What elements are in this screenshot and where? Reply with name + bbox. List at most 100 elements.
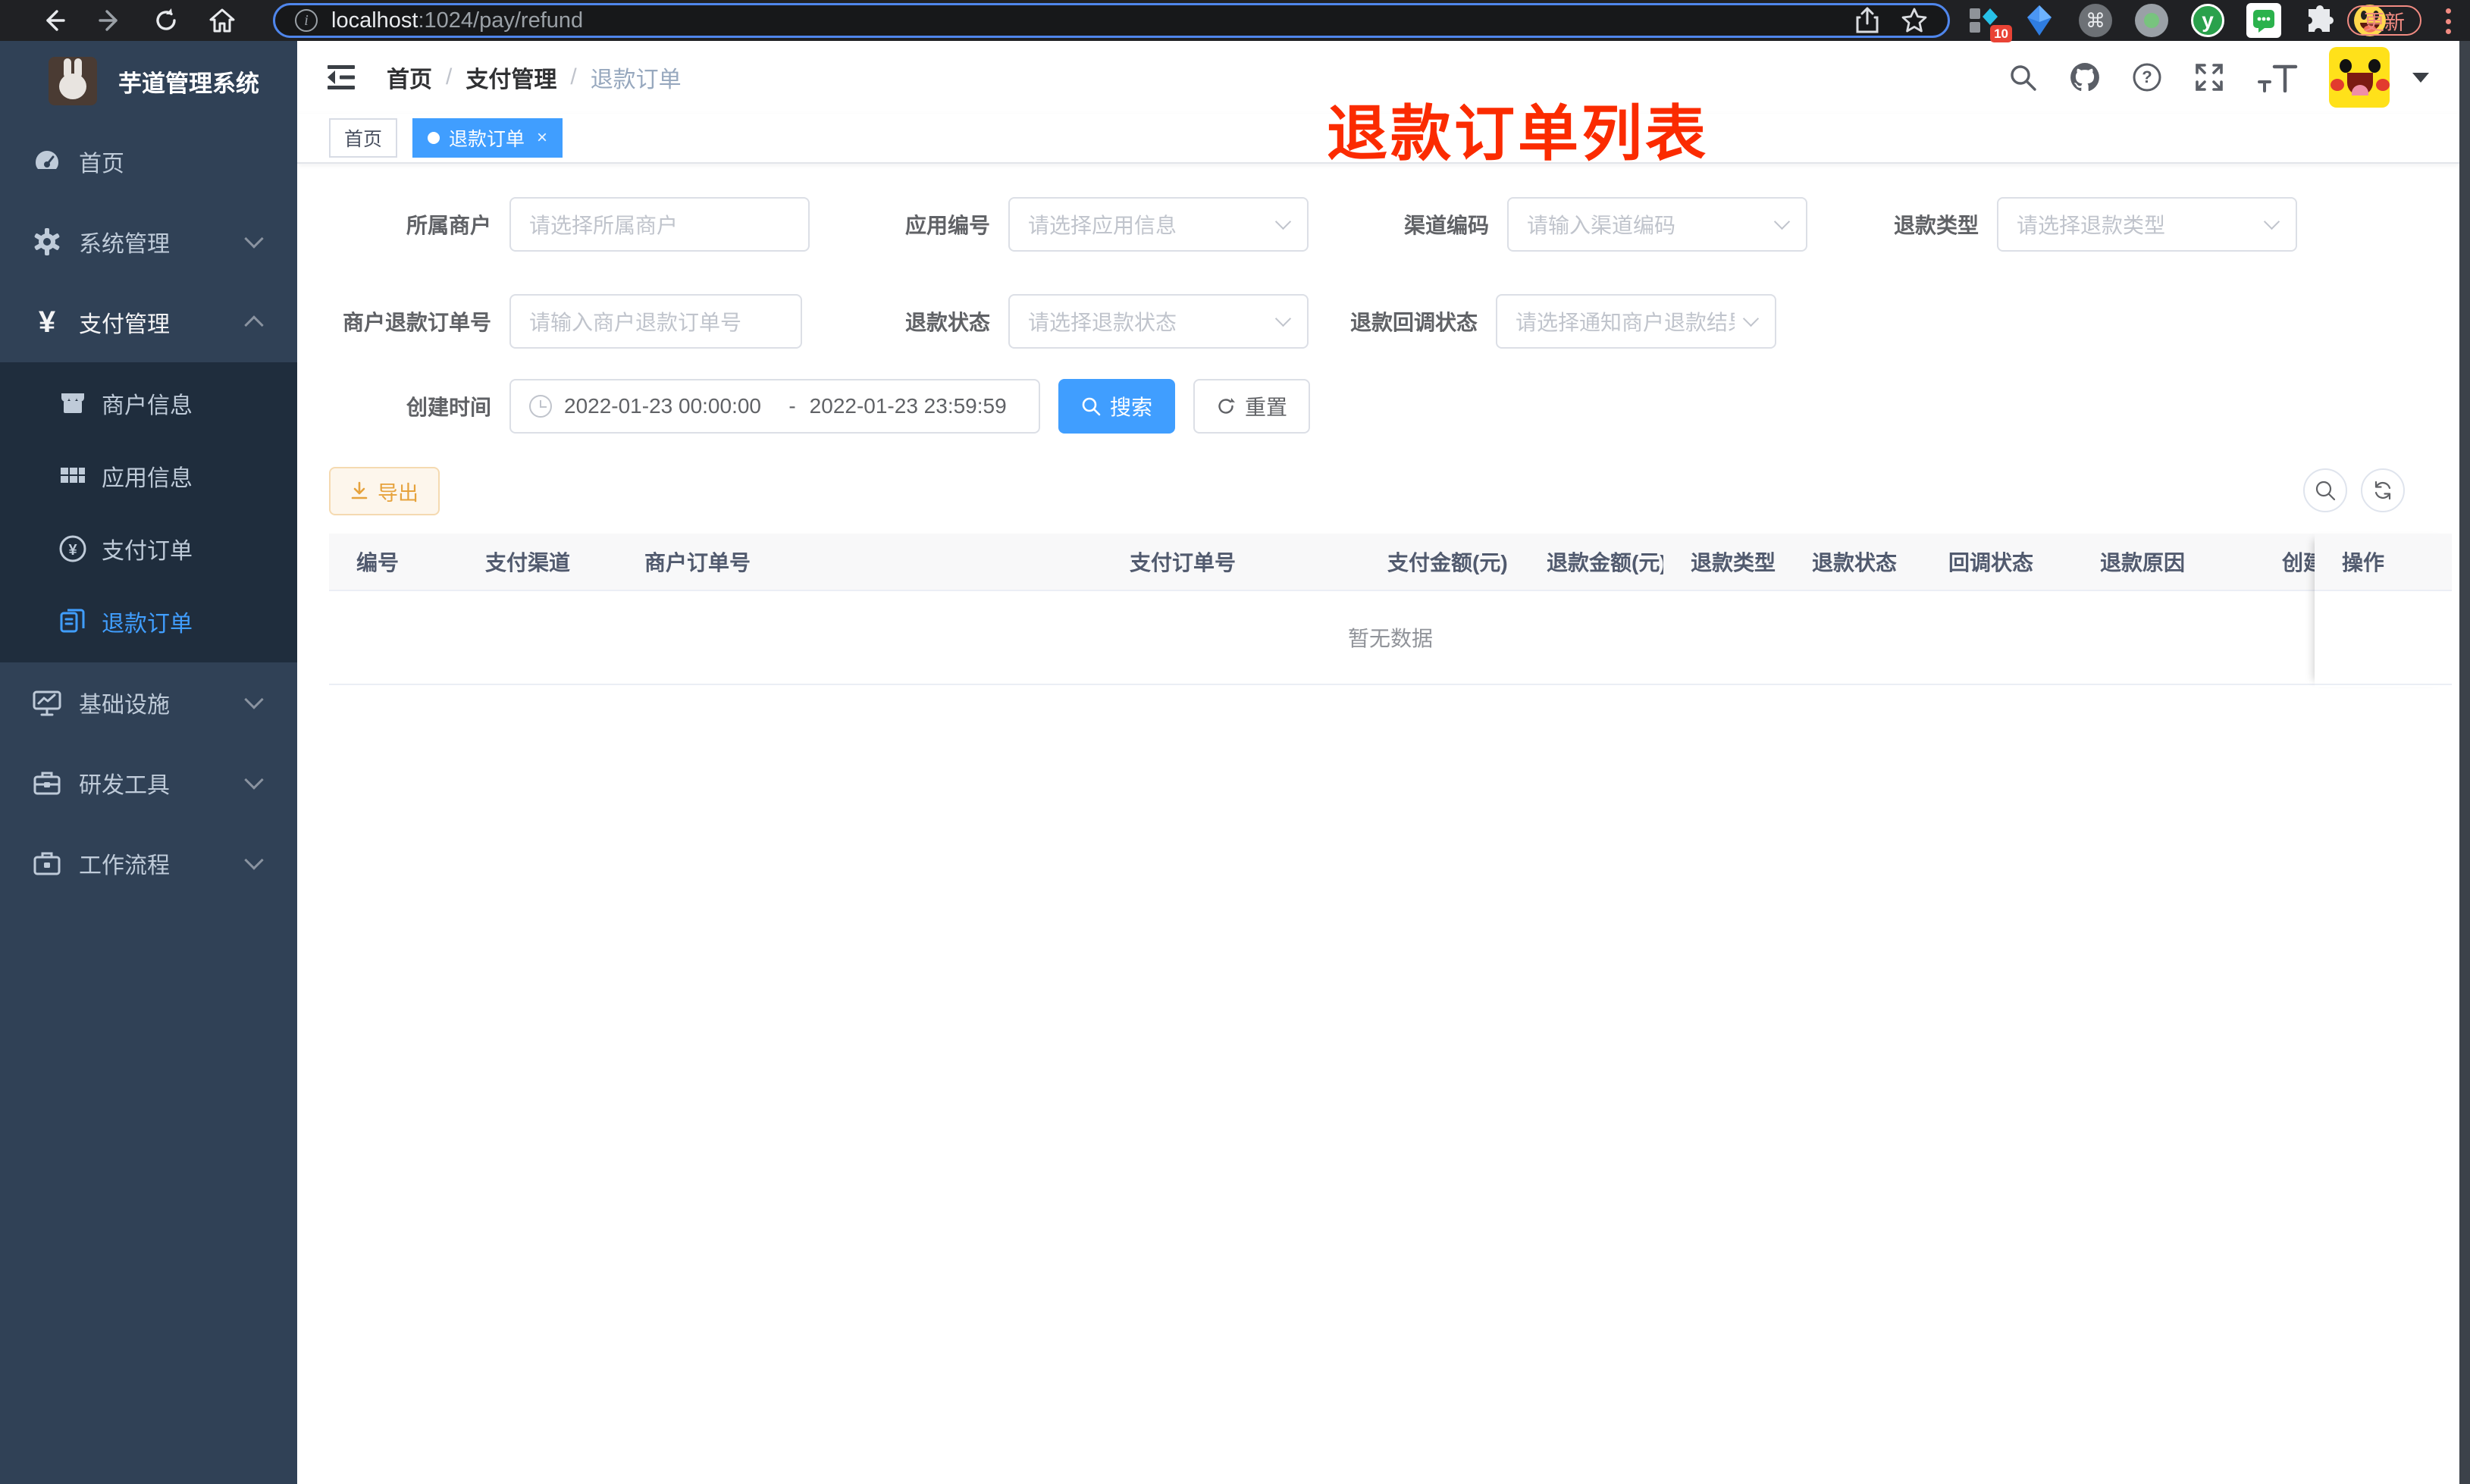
breadcrumb: 首页 / 支付管理 / 退款订单 bbox=[387, 41, 682, 114]
browser-update-button[interactable]: 更新 bbox=[2347, 5, 2421, 36]
y-glyph: y bbox=[2202, 8, 2214, 32]
sidebar-item-label: 应用信息 bbox=[102, 466, 193, 491]
browser-chrome: i localhost:1024/pay/refund 10 ⌘ y 更新 bbox=[0, 0, 2470, 42]
extension-icon-chat[interactable] bbox=[2243, 0, 2285, 41]
col-pay-amount: 支付金额(元) bbox=[1387, 551, 1508, 575]
sidebar-item-label: 首页 bbox=[79, 152, 124, 177]
browser-forward-button[interactable] bbox=[89, 0, 130, 41]
annotation-title: 退款订单列表 bbox=[1327, 100, 1709, 167]
page-scrollbar[interactable] bbox=[2459, 41, 2470, 1484]
refund-type-select[interactable]: 请选择退款类型 bbox=[1997, 197, 2297, 252]
sidebar-item-payment[interactable]: ¥ 支付管理 bbox=[0, 282, 297, 362]
filter-row-1: 所属商户 请选择所属商户 应用编号 请选择应用信息 渠道编码 请输入渠道编码 退… bbox=[329, 197, 2452, 252]
table-empty-row: 暂无数据 bbox=[329, 591, 2452, 685]
app-select[interactable]: 请选择应用信息 bbox=[1008, 197, 1309, 252]
url-host: localhost bbox=[331, 8, 418, 33]
filter-label-refund-type: 退款类型 bbox=[1893, 214, 1979, 237]
breadcrumb-separator: / bbox=[446, 64, 453, 89]
filter-label-merchant: 所属商户 bbox=[406, 214, 491, 237]
sidebar-toggle-icon[interactable] bbox=[324, 61, 358, 94]
extension-icon-command[interactable]: ⌘ bbox=[2074, 0, 2117, 41]
site-info-icon[interactable]: i bbox=[295, 9, 318, 32]
sidebar-item-workflow[interactable]: 工作流程 bbox=[0, 823, 297, 903]
sidebar-item-label: 基础设施 bbox=[79, 693, 170, 718]
sidebar-item-home[interactable]: 首页 bbox=[0, 121, 297, 202]
url-text: localhost:1024/pay/refund bbox=[331, 8, 1834, 33]
browser-reload-button[interactable] bbox=[146, 0, 187, 41]
tag-label: 退款订单 bbox=[449, 129, 525, 150]
refund-status-select[interactable]: 请选择退款状态 bbox=[1008, 294, 1309, 349]
browser-menu-icon[interactable] bbox=[2444, 8, 2452, 34]
chevron-down-icon bbox=[1773, 213, 1791, 230]
export-button[interactable]: 导出 bbox=[329, 467, 440, 515]
search-button[interactable]: 搜索 bbox=[1058, 379, 1176, 434]
sidebar-item-payment-order[interactable]: ¥ 支付订单 bbox=[0, 512, 297, 585]
filter-row-3: 创建时间 2022-01-23 00:00:00 - 2022-01-23 23… bbox=[329, 379, 2452, 434]
filter-label-notify-status: 退款回调状态 bbox=[1349, 311, 1478, 334]
channel-select[interactable]: 请输入渠道编码 bbox=[1507, 197, 1807, 252]
empty-text: 暂无数据 bbox=[1347, 627, 1433, 650]
chevron-down-icon bbox=[1274, 310, 1292, 327]
update-label: 更新 bbox=[2364, 11, 2405, 34]
reset-button[interactable]: 重置 bbox=[1193, 379, 1311, 434]
table-grid-icon bbox=[56, 462, 89, 490]
help-icon[interactable]: ? bbox=[2130, 61, 2164, 94]
table-toolbar: 导出 bbox=[329, 467, 2452, 515]
browser-home-button[interactable] bbox=[202, 0, 243, 41]
merchant-refund-no-input[interactable]: 请输入商户退款订单号 bbox=[509, 294, 802, 349]
font-size-icon[interactable] bbox=[2255, 61, 2300, 94]
extension-icon-blue-kite[interactable] bbox=[2018, 0, 2061, 41]
extensions-puzzle-icon[interactable] bbox=[2299, 0, 2341, 41]
logo-image bbox=[49, 57, 97, 105]
chevron-down-icon bbox=[244, 770, 264, 790]
merchant-select[interactable]: 请选择所属商户 bbox=[509, 197, 810, 252]
chevron-down-icon bbox=[244, 850, 264, 870]
sidebar-item-refund-order[interactable]: 退款订单 bbox=[0, 585, 297, 658]
avatar-dropdown-caret[interactable] bbox=[2412, 72, 2429, 83]
placeholder-text: 请选择通知商户退款结果 bbox=[1516, 311, 1735, 334]
share-icon[interactable] bbox=[1855, 7, 1879, 34]
user-avatar[interactable] bbox=[2329, 47, 2390, 108]
extension-badge: 10 bbox=[1990, 25, 2012, 42]
col-refund-type: 退款类型 bbox=[1691, 551, 1776, 575]
browser-back-button[interactable] bbox=[33, 0, 74, 41]
sidebar-item-dev-tools[interactable]: 研发工具 bbox=[0, 743, 297, 823]
extension-icon-y-logo[interactable]: y bbox=[2186, 0, 2229, 41]
page: i localhost:1024/pay/refund 10 ⌘ y 更新 芋道… bbox=[0, 0, 2470, 1484]
chevron-down-icon bbox=[244, 229, 264, 249]
col-pay-channel: 支付渠道 bbox=[485, 551, 571, 575]
tag-home[interactable]: 首页 bbox=[329, 118, 398, 158]
tag-refund-order[interactable]: 退款订单 × bbox=[412, 118, 563, 158]
page-content: 所属商户 请选择所属商户 应用编号 请选择应用信息 渠道编码 请输入渠道编码 退… bbox=[297, 164, 2459, 685]
sidebar: 芋道管理系统 首页 系统管理 ¥ 支付管理 商户信息 应用信息 ¥ 支付订单 退… bbox=[0, 41, 297, 1484]
bookmark-star-icon[interactable] bbox=[1901, 7, 1928, 34]
extension-icon-green-dot[interactable] bbox=[2130, 0, 2173, 41]
sidebar-item-system[interactable]: 系统管理 bbox=[0, 202, 297, 282]
github-icon[interactable] bbox=[2068, 61, 2102, 94]
breadcrumb-home[interactable]: 首页 bbox=[387, 61, 432, 94]
notify-status-select[interactable]: 请选择通知商户退款结果 bbox=[1496, 294, 1776, 349]
breadcrumb-payment[interactable]: 支付管理 bbox=[465, 61, 556, 94]
extension-icon-grid-diamond[interactable]: 10 bbox=[1962, 0, 2012, 42]
date-end-value[interactable]: 2022-01-23 23:59:59 bbox=[810, 394, 1020, 418]
col-pay-order-no: 支付订单号 bbox=[1130, 551, 1237, 575]
sidebar-item-app-info[interactable]: 应用信息 bbox=[0, 440, 297, 512]
toggle-search-button[interactable] bbox=[2303, 468, 2347, 512]
fullscreen-icon[interactable] bbox=[2193, 61, 2226, 94]
clock-icon bbox=[529, 395, 552, 418]
sidebar-item-label: 支付订单 bbox=[102, 539, 193, 564]
sidebar-item-merchant-info[interactable]: 商户信息 bbox=[0, 367, 297, 440]
svg-text:¥: ¥ bbox=[68, 542, 77, 559]
breadcrumb-separator: / bbox=[570, 64, 577, 89]
date-start-value[interactable]: 2022-01-23 00:00:00 bbox=[564, 394, 775, 418]
search-icon[interactable] bbox=[2006, 61, 2039, 94]
filter-label-merchant-refund-no: 商户退款订单号 bbox=[342, 311, 491, 334]
sidebar-item-infrastructure[interactable]: 基础设施 bbox=[0, 662, 297, 743]
sidebar-item-label: 研发工具 bbox=[79, 773, 170, 798]
tag-close-icon[interactable]: × bbox=[537, 127, 547, 149]
refresh-button[interactable] bbox=[2361, 468, 2405, 512]
placeholder-text: 请输入渠道编码 bbox=[1527, 214, 1676, 237]
address-bar[interactable]: i localhost:1024/pay/refund bbox=[273, 3, 1950, 38]
date-range-picker[interactable]: 2022-01-23 00:00:00 - 2022-01-23 23:59:5… bbox=[509, 379, 1040, 434]
app-logo[interactable]: 芋道管理系统 bbox=[0, 41, 297, 121]
